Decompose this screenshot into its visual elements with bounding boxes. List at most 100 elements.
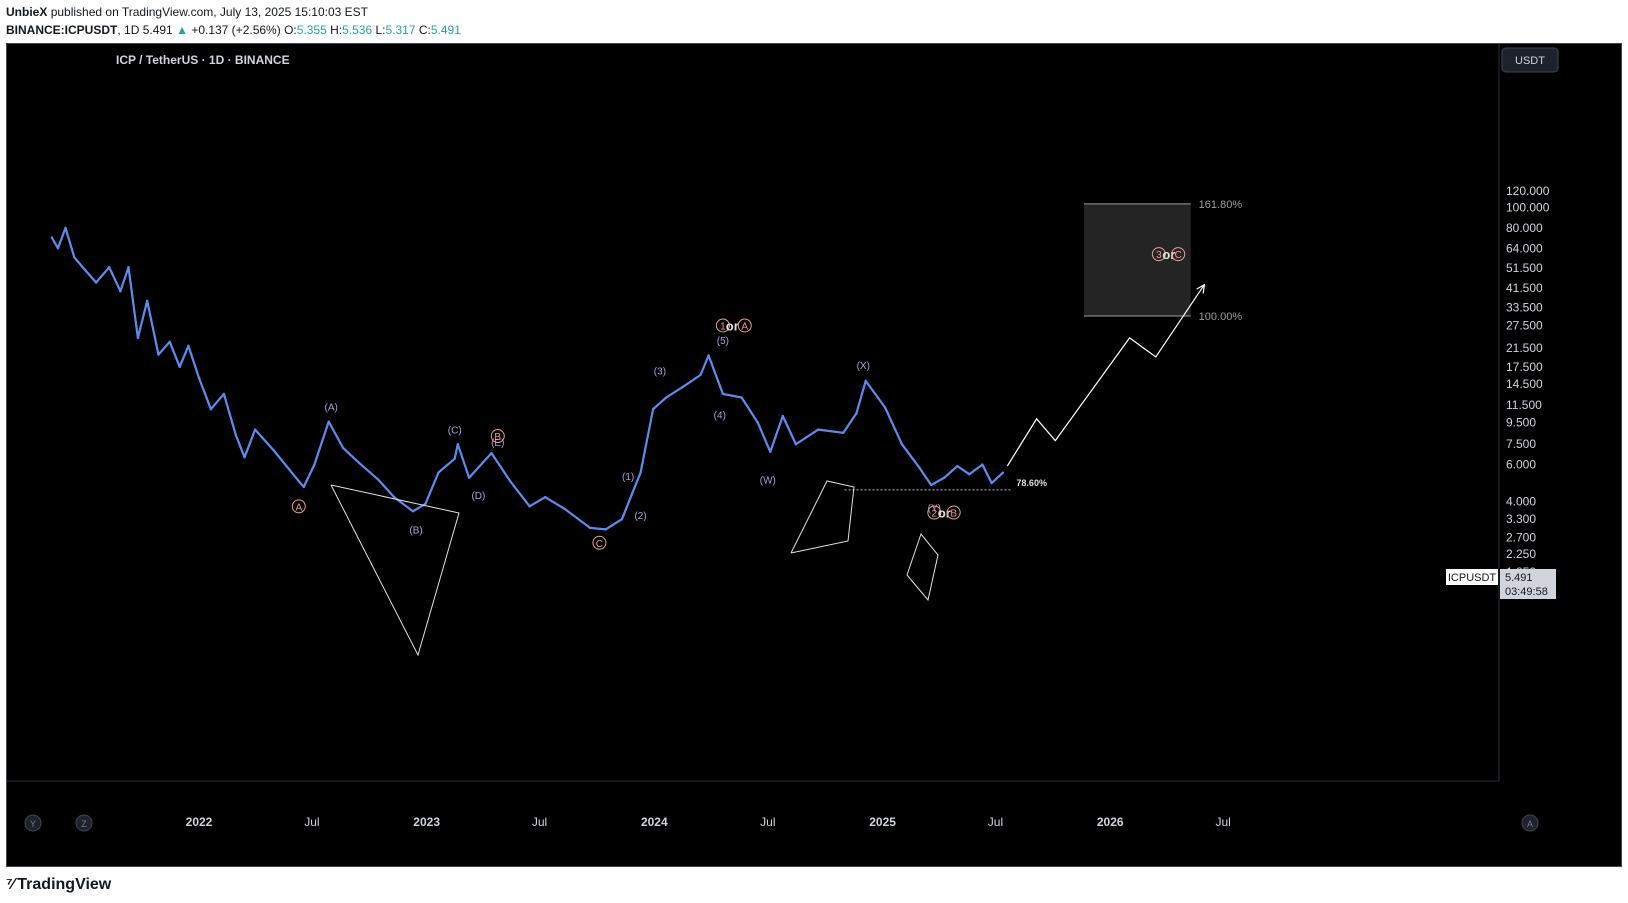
price-point [136,336,140,340]
y-tick-label: 6.000 [1506,458,1536,472]
price-point [272,449,276,452]
price-point [157,353,160,356]
price-point [930,483,933,487]
price-point [197,376,201,380]
price-point [990,481,993,485]
range-button-z[interactable]: Z [75,814,93,832]
y-tick-label: 80.000 [1506,221,1543,235]
price-point [664,396,668,399]
price-point [64,226,67,230]
price-point [209,407,213,411]
svg-text:A: A [1527,819,1533,829]
price-point [699,373,702,377]
price-tag-symbol: ICPUSDT [1448,572,1497,584]
price-point [943,476,946,479]
timeframe: 1D [124,23,140,37]
x-tick-label: Jul [988,815,1003,829]
price-point [563,507,566,510]
y-tick-label: 2.700 [1506,531,1536,545]
price-point [83,267,86,271]
price-point [94,281,98,284]
y-tick-label: 51.500 [1506,261,1543,275]
price-point [411,510,415,513]
circle-wave-text: 3 [1156,250,1162,261]
price-point [234,433,237,437]
price-point [302,485,305,489]
y-tick-label: 7.500 [1506,437,1536,451]
price-point [146,299,149,303]
price-point [817,428,820,431]
price-point [178,365,181,368]
up-arrow-icon: ▲ [176,23,188,37]
price-point [707,354,710,357]
brand-name: TradingView [17,876,112,893]
price-point [620,518,624,521]
price-point [437,471,440,474]
y-tick-label: 120.000 [1506,184,1550,198]
price-point [73,256,76,259]
price-point [50,236,54,239]
symbol-line: BINANCE:ICPUSDT, 1D 5.491 ▲ +0.137 (+2.5… [6,23,461,37]
y-tick-label: 21.500 [1506,341,1543,355]
open-value: 5.355 [296,23,327,37]
price-point [956,464,959,468]
chart-frame[interactable]: 161.80% 100.00% 78.60% (A) (B) (C) (D) (E) (1)… [6,43,1622,867]
price-point [543,495,547,499]
chart-legend: ICP / TetherUS · 1D · BINANCE [116,53,290,67]
price-point [424,502,427,506]
wave-label: (C) [448,426,462,437]
circle-wave-text: B [950,509,957,520]
close-value: 5.491 [430,23,461,37]
price-point [490,451,493,455]
price-point [528,505,531,508]
price-point [168,340,171,343]
price-point [900,442,904,446]
x-tick-label: 2026 [1097,815,1124,829]
y-tick-label: 4.000 [1506,495,1536,509]
wave-label: (4) [714,410,726,421]
y-tick-label: 14.500 [1506,377,1543,391]
circle-wave-text: C [1175,250,1182,261]
price-point [107,266,111,269]
currency-button[interactable]: USDT [1501,47,1559,73]
wave-label: (W) [760,475,776,486]
author-name[interactable]: UnbieX [6,5,47,19]
svg-text:Z: Z [81,819,87,829]
x-tick-label: Jul [760,815,775,829]
price-chart[interactable]: 161.80%100.00% 78.60% (A)(B)(C)(D)(E)(1)… [7,44,1621,866]
x-tick-label: Jul [1215,815,1230,829]
price-point [721,392,725,396]
price-tag-price: 5.491 [1505,572,1533,584]
auto-scale-button[interactable]: A [1521,814,1539,832]
x-tick-label: 2023 [413,815,440,829]
price-point [855,412,858,415]
price-point [756,421,760,424]
x-tick-label: Jul [532,815,547,829]
tradingview-logo[interactable]: ⁷⁄ TradingView [6,874,111,896]
price-point [243,456,246,459]
price-point [376,478,380,481]
wave-label: (3) [654,366,666,377]
y-tick-label: 9.500 [1506,416,1536,430]
publish-date: published on TradingView.com, July 13, 2… [50,5,369,19]
fib-161-label: 161.80% [1199,199,1243,211]
x-tick-label: 2022 [186,815,213,829]
price-point [453,457,456,460]
low-value: 5.317 [385,23,416,37]
high-value: 5.536 [342,23,373,37]
svg-text:Y: Y [30,819,36,829]
price-point [467,476,471,479]
circle-wave-text: A [295,502,302,513]
range-button-y[interactable]: Y [24,814,42,832]
price-point [864,379,867,383]
price-point [681,385,684,389]
price-point [1001,471,1005,474]
x-tick-label: Jul [304,815,319,829]
price-tag-countdown: 03:49:58 [1505,586,1548,598]
price-point [187,344,190,348]
price-point [327,420,330,423]
y-tick-label: 41.500 [1506,281,1543,295]
y-tick-label: 64.000 [1506,241,1543,255]
price-point [222,392,226,396]
wave-label: (A) [325,403,338,414]
